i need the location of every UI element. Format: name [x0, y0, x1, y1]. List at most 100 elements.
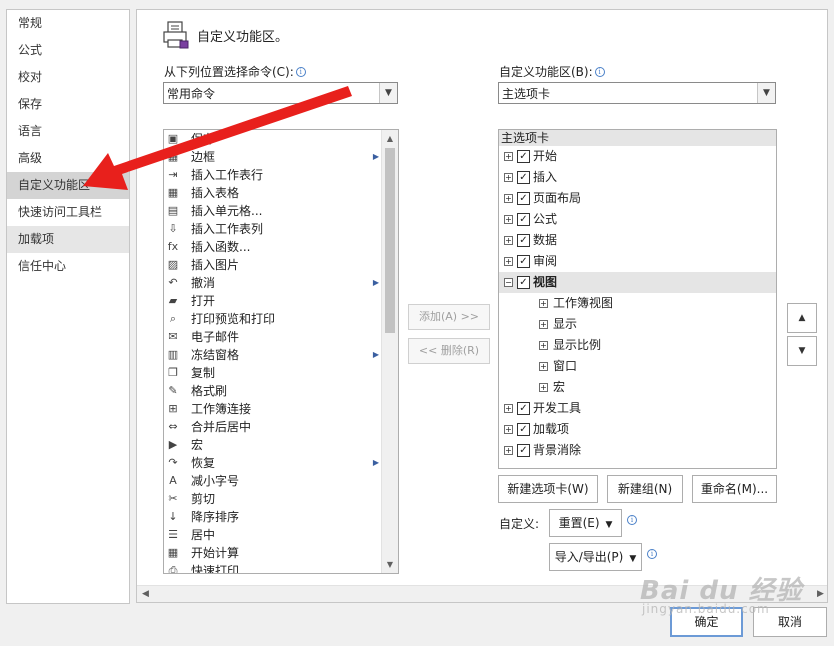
ribbon-tabs-tree[interactable]: 主选项卡 + ✓ 开始 + ✓ 插入 + ✓ 页面布局 + ✓ 公式 + ✓ 数据 + ✓ 审阅 − ✓ 视图 + 工作簿视…	[498, 129, 777, 469]
info-icon[interactable]: i	[594, 67, 605, 77]
command-item[interactable]: ⌕ 打印预览和打印	[164, 310, 381, 328]
command-item[interactable]: ⊞ 工作簿连接	[164, 400, 381, 418]
cancel-button[interactable]: 取消	[753, 607, 827, 637]
command-item[interactable]: ❐ 复制	[164, 364, 381, 382]
expand-icon[interactable]: +	[539, 341, 548, 350]
command-item[interactable]: ▣ 保存	[164, 130, 381, 148]
chevron-down-icon[interactable]: ▼	[379, 83, 397, 103]
ribbon-tab-item[interactable]: + ✓ 加载项	[499, 419, 776, 440]
command-item[interactable]: ▥ 冻结窗格 ▶	[164, 346, 381, 364]
expand-icon[interactable]: +	[539, 383, 548, 392]
command-item[interactable]: ▦ 开始计算	[164, 544, 381, 562]
command-item[interactable]: ▶ 宏	[164, 436, 381, 454]
command-item[interactable]: ⇩ 插入工作表列	[164, 220, 381, 238]
command-item[interactable]: ▰ 打开	[164, 292, 381, 310]
commands-scrollbar[interactable]: ▲ ▼	[381, 130, 398, 573]
tab-checkbox[interactable]: ✓	[517, 423, 530, 436]
commands-source-dropdown[interactable]: 常用命令 ▼	[163, 82, 398, 104]
add-button[interactable]: 添加(A) >>	[408, 304, 490, 330]
chevron-down-icon[interactable]: ▼	[757, 83, 775, 103]
tab-checkbox[interactable]: ✓	[517, 234, 530, 247]
ribbon-tab-item[interactable]: + ✓ 插入	[499, 167, 776, 188]
ribbon-group-item[interactable]: + 宏	[499, 377, 776, 398]
ribbon-tab-item[interactable]: + ✓ 公式	[499, 209, 776, 230]
command-item[interactable]: A 减小字号	[164, 472, 381, 490]
expand-icon[interactable]: +	[504, 173, 513, 182]
tab-checkbox[interactable]: ✓	[517, 402, 530, 415]
ribbon-tab-item[interactable]: + ✓ 开始	[499, 146, 776, 167]
tab-checkbox[interactable]: ✓	[517, 192, 530, 205]
command-item[interactable]: ⇔ 合并后居中	[164, 418, 381, 436]
expand-icon[interactable]: +	[504, 257, 513, 266]
expand-icon[interactable]: +	[504, 194, 513, 203]
info-icon[interactable]: i	[647, 549, 657, 559]
tab-checkbox[interactable]: ✓	[517, 444, 530, 457]
command-item[interactable]: ▦ 边框 ▶	[164, 148, 381, 166]
command-item[interactable]: ✎ 格式刷	[164, 382, 381, 400]
new-group-button[interactable]: 新建组(N)	[607, 475, 683, 503]
tab-checkbox[interactable]: ✓	[517, 213, 530, 226]
tab-checkbox[interactable]: ✓	[517, 150, 530, 163]
command-item[interactable]: ✂ 剪切	[164, 490, 381, 508]
command-item[interactable]: ▦ 插入表格	[164, 184, 381, 202]
nav-item[interactable]: 高级	[7, 145, 129, 172]
expand-icon[interactable]: +	[539, 320, 548, 329]
scroll-left-icon[interactable]: ◀	[137, 586, 154, 602]
command-item[interactable]: ↶ 撤消 ▶	[164, 274, 381, 292]
nav-item[interactable]: 自定义功能区	[7, 172, 129, 199]
tab-checkbox[interactable]: ✓	[517, 276, 530, 289]
move-up-button[interactable]: ▲	[787, 303, 817, 333]
command-item[interactable]: ⇥ 插入工作表行	[164, 166, 381, 184]
command-item[interactable]: ▤ 插入单元格...	[164, 202, 381, 220]
expand-icon[interactable]: +	[539, 362, 548, 371]
ribbon-group-item[interactable]: + 显示比例	[499, 335, 776, 356]
rename-button[interactable]: 重命名(M)...	[692, 475, 777, 503]
info-icon[interactable]: i	[295, 67, 306, 77]
command-item[interactable]: fx 插入函数...	[164, 238, 381, 256]
nav-item[interactable]: 加载项	[7, 226, 129, 253]
nav-item[interactable]: 信任中心	[7, 253, 129, 280]
scroll-up-icon[interactable]: ▲	[382, 130, 398, 147]
expand-icon[interactable]: +	[504, 215, 513, 224]
nav-item[interactable]: 快速访问工具栏	[7, 199, 129, 226]
ribbon-group-item[interactable]: + 窗口	[499, 356, 776, 377]
ribbon-tab-item[interactable]: + ✓ 背景消除	[499, 440, 776, 461]
nav-item[interactable]: 常规	[7, 10, 129, 37]
scroll-thumb[interactable]	[385, 148, 395, 333]
nav-item[interactable]: 保存	[7, 91, 129, 118]
nav-item[interactable]: 公式	[7, 37, 129, 64]
scroll-down-icon[interactable]: ▼	[382, 556, 398, 573]
expand-icon[interactable]: +	[504, 404, 513, 413]
nav-item[interactable]: 语言	[7, 118, 129, 145]
command-item[interactable]: ▨ 插入图片	[164, 256, 381, 274]
ribbon-tab-item[interactable]: + ✓ 数据	[499, 230, 776, 251]
commands-list[interactable]: ▣ 保存 ▦ 边框 ▶ ⇥ 插入工作表行 ▦ 插入表格 ▤ 插入单元格... ⇩ 插入工作表列 fx 插入函…	[163, 129, 399, 574]
ribbon-group-item[interactable]: + 显示	[499, 314, 776, 335]
nav-item[interactable]: 校对	[7, 64, 129, 91]
expand-icon[interactable]: +	[504, 446, 513, 455]
new-tab-button[interactable]: 新建选项卡(W)	[498, 475, 598, 503]
panel-horizontal-scrollbar[interactable]: ◀ ▶	[137, 585, 827, 602]
reset-dropdown[interactable]: 重置(E) ▼	[549, 509, 622, 537]
ribbon-tab-item[interactable]: + ✓ 页面布局	[499, 188, 776, 209]
collapse-icon[interactable]: −	[504, 278, 513, 287]
expand-icon[interactable]: +	[539, 299, 548, 308]
command-item[interactable]: ↷ 恢复 ▶	[164, 454, 381, 472]
scroll-right-icon[interactable]: ▶	[812, 586, 827, 602]
command-item[interactable]: ↓ 降序排序	[164, 508, 381, 526]
tab-checkbox[interactable]: ✓	[517, 171, 530, 184]
expand-icon[interactable]: +	[504, 152, 513, 161]
import-export-dropdown[interactable]: 导入/导出(P) ▼	[549, 543, 642, 571]
command-item[interactable]: ⎙ 快速打印	[164, 562, 381, 573]
command-item[interactable]: ✉ 电子邮件	[164, 328, 381, 346]
info-icon[interactable]: i	[627, 515, 637, 525]
ribbon-tab-item[interactable]: + ✓ 开发工具	[499, 398, 776, 419]
ribbon-tab-item[interactable]: − ✓ 视图	[499, 272, 776, 293]
expand-icon[interactable]: +	[504, 236, 513, 245]
ok-button[interactable]: 确定	[670, 607, 743, 637]
ribbon-tab-item[interactable]: + ✓ 审阅	[499, 251, 776, 272]
ribbon-group-item[interactable]: + 工作簿视图	[499, 293, 776, 314]
expand-icon[interactable]: +	[504, 425, 513, 434]
move-down-button[interactable]: ▼	[787, 336, 817, 366]
tab-checkbox[interactable]: ✓	[517, 255, 530, 268]
